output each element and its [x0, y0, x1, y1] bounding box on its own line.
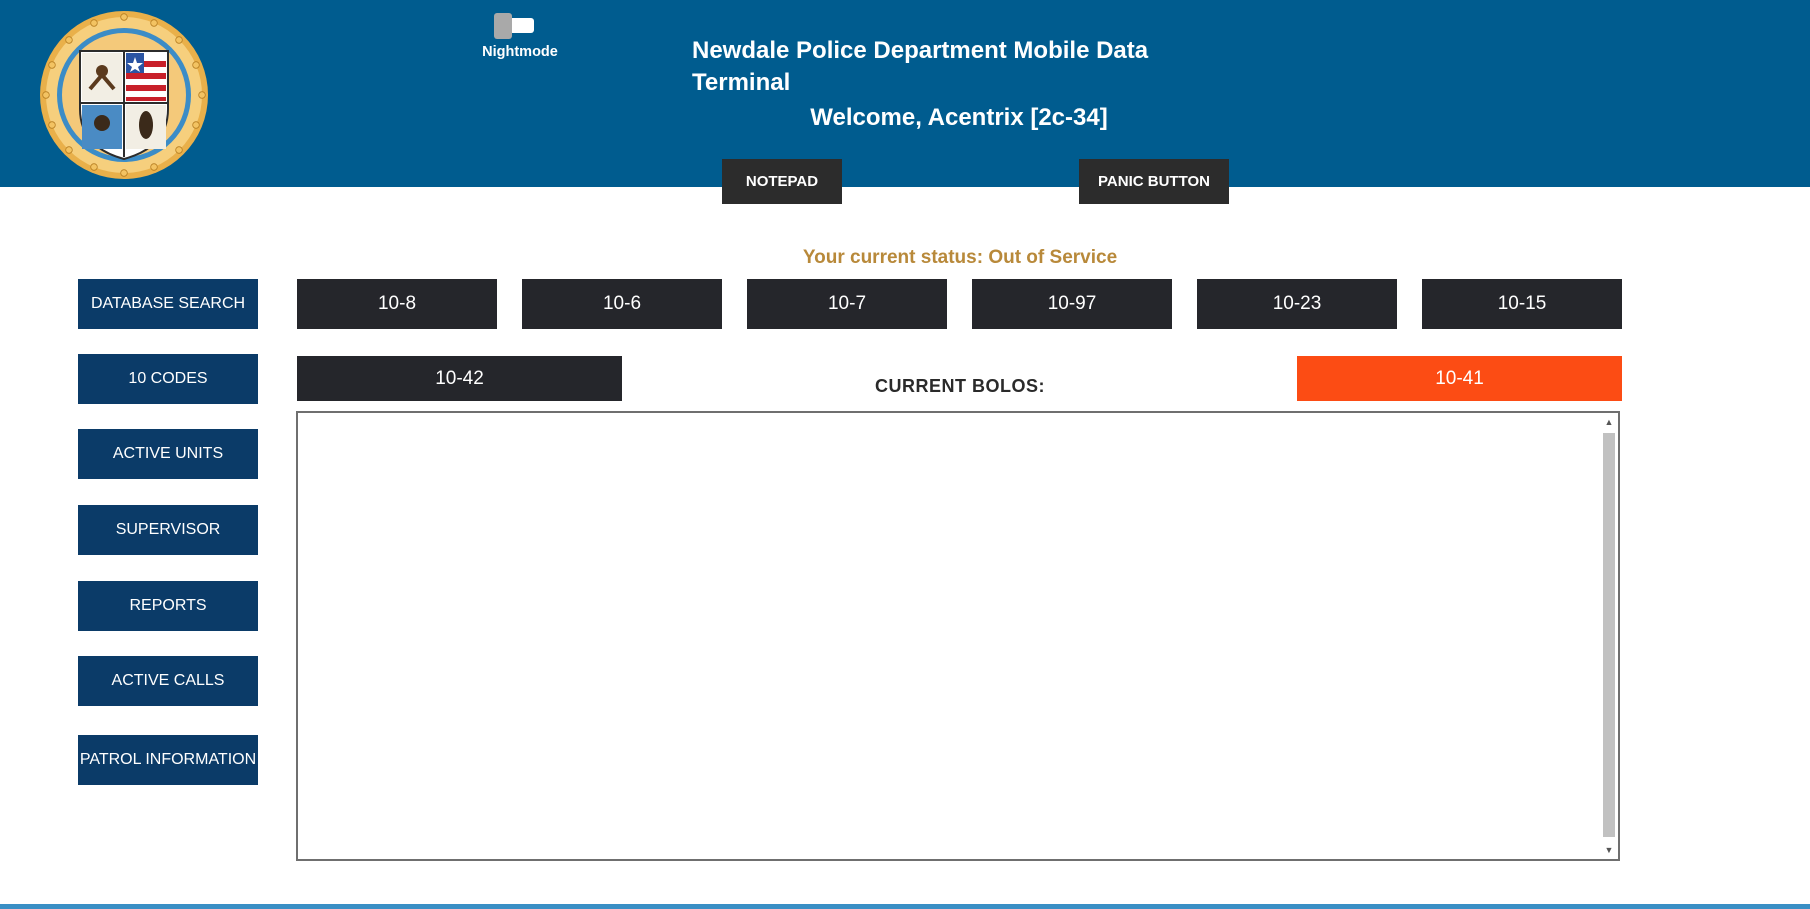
notepad-button[interactable]: NOTEPAD	[722, 159, 842, 204]
sidebar-item-reports[interactable]: REPORTS	[78, 581, 258, 631]
nightmode-label: Nightmode	[482, 44, 558, 60]
bolos-label: CURRENT BOLOS:	[875, 376, 1045, 396]
scroll-up-icon[interactable]: ▲	[1602, 415, 1616, 429]
sidebar-item-10-codes[interactable]: 10 CODES	[78, 354, 258, 404]
code-button-10-97[interactable]: 10-97	[972, 279, 1172, 329]
header-bar: Nightmode Newdale Police Department Mobi…	[0, 0, 1810, 204]
panic-button[interactable]: PANIC BUTTON	[1079, 159, 1229, 204]
code-button-10-8[interactable]: 10-8	[297, 279, 497, 329]
scroll-thumb[interactable]	[1603, 433, 1615, 837]
code-button-10-6[interactable]: 10-6	[522, 279, 722, 329]
bolos-scrollbar[interactable]: ▲ ▼	[1602, 415, 1616, 857]
status-text: Your current status: Out of Service	[802, 247, 1118, 268]
sidebar-item-database-search[interactable]: DATABASE SEARCH	[78, 279, 258, 329]
bolos-textarea[interactable]: ▲ ▼	[296, 411, 1620, 861]
welcome-message: Welcome, Acentrix [2c-34]	[810, 104, 1108, 131]
sidebar-item-supervisor[interactable]: SUPERVISOR	[78, 505, 258, 555]
sidebar-item-active-calls[interactable]: ACTIVE CALLS	[78, 656, 258, 706]
scroll-down-icon[interactable]: ▼	[1602, 843, 1616, 857]
sidebar-item-active-units[interactable]: ACTIVE UNITS	[78, 429, 258, 479]
page-title: Newdale Police Department Mobile Data Te…	[692, 37, 1149, 96]
mdt-page: Nightmode Newdale Police Department Mobi…	[0, 0, 1810, 909]
code-button-10-41[interactable]: 10-41	[1297, 356, 1622, 401]
footer-divider	[0, 904, 1810, 909]
code-button-10-15[interactable]: 10-15	[1422, 279, 1622, 329]
sidebar-item-patrol-information[interactable]: PATROL INFORMATION	[78, 735, 258, 785]
code-button-10-42[interactable]: 10-42	[297, 356, 622, 401]
nightmode-toggle[interactable]	[494, 13, 536, 39]
code-button-10-23[interactable]: 10-23	[1197, 279, 1397, 329]
nightmode-toggle-knob	[494, 13, 512, 39]
police-seal-icon	[40, 11, 208, 179]
code-button-10-7[interactable]: 10-7	[747, 279, 947, 329]
